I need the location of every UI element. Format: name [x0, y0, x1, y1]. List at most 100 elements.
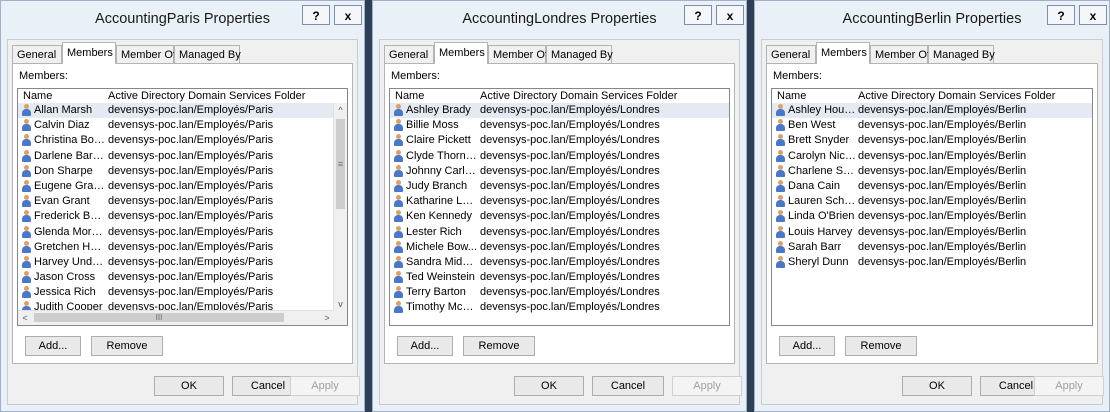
table-row[interactable]: Eugene Grah... devensys-poc.lan/Employés/… [18, 179, 347, 194]
member-folder: devensys-poc.lan/Employés/Londres [480, 149, 660, 162]
table-row[interactable]: Ken Kennedy devensys-poc.lan/Employés/Lon… [390, 209, 729, 224]
members-list[interactable]: Name Active Directory Domain Services Fo… [771, 88, 1093, 326]
scroll-down-arrow[interactable]: v [334, 297, 347, 311]
title-bar[interactable]: AccountingBerlin Properties ? x [755, 1, 1109, 39]
table-row[interactable]: Johnny Carlton devensys-poc.lan/Employés/… [390, 164, 729, 179]
vertical-scrollbar[interactable]: ^ ≡ v [333, 103, 347, 311]
close-button[interactable]: x [1079, 5, 1107, 25]
member-name: Sarah Barr [788, 240, 842, 253]
help-button[interactable]: ? [684, 5, 712, 25]
close-button[interactable]: x [716, 5, 744, 25]
tab-general[interactable]: General [384, 45, 434, 63]
scroll-thumb-vertical[interactable]: ≡ [336, 119, 345, 209]
table-row[interactable]: Michele Bow... devensys-poc.lan/Employés/… [390, 240, 729, 255]
tab-managed-by[interactable]: Managed By [928, 45, 995, 63]
table-row[interactable]: Don Sharpe devensys-poc.lan/Employés/Pari… [18, 164, 347, 179]
table-row[interactable]: Claire Pickett devensys-poc.lan/Employés/… [390, 133, 729, 148]
table-row[interactable]: Louis Harvey devensys-poc.lan/Employés/Be… [772, 225, 1092, 240]
add-button[interactable]: Add... [779, 336, 835, 356]
column-header-name[interactable]: Name [777, 90, 806, 102]
remove-button[interactable]: Remove [463, 336, 535, 356]
table-row[interactable]: Brett Snyder devensys-poc.lan/Employés/Be… [772, 133, 1092, 148]
member-name: Charlene Stev... [788, 164, 856, 177]
tab-general[interactable]: General [12, 45, 62, 63]
table-row[interactable]: Sandra Middl... devensys-poc.lan/Employés… [390, 255, 729, 270]
table-row[interactable]: Ted Weinstein devensys-poc.lan/Employés/L… [390, 270, 729, 285]
table-row[interactable]: Evan Grant devensys-poc.lan/Employés/Pari… [18, 194, 347, 209]
table-row[interactable]: Dana Cain devensys-poc.lan/Employés/Berli… [772, 179, 1092, 194]
title-bar[interactable]: AccountingLondres Properties ? x [373, 1, 746, 39]
add-button[interactable]: Add... [25, 336, 81, 356]
table-row[interactable]: Clyde Thornton devensys-poc.lan/Employés/… [390, 149, 729, 164]
column-header-folder[interactable]: Active Directory Domain Services Folder [858, 90, 1055, 102]
title-bar[interactable]: AccountingParis Properties ? x [1, 1, 364, 39]
member-folder: devensys-poc.lan/Employés/Paris [108, 286, 274, 299]
tab-managed-by[interactable]: Managed By [546, 45, 613, 63]
tab-members[interactable]: Members [62, 42, 116, 64]
table-row[interactable]: Sarah Barr devensys-poc.lan/Employés/Berl… [772, 240, 1092, 255]
table-row[interactable]: Harvey Under... devensys-poc.lan/Employés… [18, 255, 347, 270]
scroll-up-arrow[interactable]: ^ [334, 103, 347, 117]
remove-button[interactable]: Remove [845, 336, 917, 356]
help-button[interactable]: ? [302, 5, 330, 25]
table-row[interactable]: Ashley Brady devensys-poc.lan/Employés/Lo… [390, 103, 729, 119]
table-row[interactable]: Ben West devensys-poc.lan/Employés/Berlin [772, 118, 1092, 133]
help-button[interactable]: ? [1047, 5, 1075, 25]
table-row[interactable]: Darlene Barton devensys-poc.lan/Employés/… [18, 149, 347, 164]
table-row[interactable]: Sheryl Dunn devensys-poc.lan/Employés/Ber… [772, 255, 1092, 270]
tab-members[interactable]: Members [434, 42, 488, 64]
table-row[interactable]: Jason Cross devensys-poc.lan/Employés/Par… [18, 270, 347, 285]
user-icon [394, 134, 403, 147]
apply-button[interactable]: Apply [290, 376, 360, 396]
table-row[interactable]: Lauren Schultz devensys-poc.lan/Employés/… [772, 194, 1092, 209]
column-header-name[interactable]: Name [395, 90, 424, 102]
table-row[interactable]: Frederick Baker devensys-poc.lan/Employés… [18, 209, 347, 224]
user-icon [22, 149, 31, 162]
tab-members[interactable]: Members [816, 42, 870, 64]
tab-member-of[interactable]: Member Of [870, 45, 930, 63]
table-row[interactable]: Calvin Diaz devensys-poc.lan/Employés/Par… [18, 118, 347, 133]
user-icon [394, 240, 403, 253]
table-row[interactable]: Timothy McNeill devensys-poc.lan/Employés… [390, 300, 729, 315]
ok-button[interactable]: OK [154, 376, 224, 396]
close-button[interactable]: x [334, 5, 362, 25]
column-header-folder[interactable]: Active Directory Domain Services Folder [108, 90, 305, 102]
table-row[interactable]: Katharine Luc... devensys-poc.lan/Employé… [390, 194, 729, 209]
tab-member-of[interactable]: Member Of [116, 45, 176, 63]
members-list[interactable]: Name Active Directory Domain Services Fo… [389, 88, 730, 326]
tab-managed-by[interactable]: Managed By [174, 45, 241, 63]
cancel-button[interactable]: Cancel [592, 376, 664, 396]
table-row[interactable]: Lester Rich devensys-poc.lan/Employés/Lon… [390, 225, 729, 240]
tab-member-of[interactable]: Member Of [488, 45, 548, 63]
scroll-left-arrow[interactable]: < [18, 311, 32, 325]
tab-general[interactable]: General [766, 45, 816, 63]
ok-button[interactable]: OK [514, 376, 584, 396]
member-folder: devensys-poc.lan/Employés/Londres [480, 210, 660, 223]
members-list[interactable]: Name Active Directory Domain Services Fo… [17, 88, 348, 326]
table-row[interactable]: Billie Moss devensys-poc.lan/Employés/Lon… [390, 118, 729, 133]
scroll-right-arrow[interactable]: > [320, 311, 334, 325]
table-row[interactable]: Christina Bow... devensys-poc.lan/Employé… [18, 133, 347, 148]
horizontal-scrollbar[interactable]: < III > [18, 310, 334, 325]
column-header-name[interactable]: Name [23, 90, 52, 102]
table-row[interactable]: Glenda Morgan devensys-poc.lan/Employés/P… [18, 225, 347, 240]
remove-button[interactable]: Remove [91, 336, 163, 356]
add-button[interactable]: Add... [397, 336, 453, 356]
table-row[interactable]: Linda O'Brien devensys-poc.lan/Employés/B… [772, 209, 1092, 224]
apply-button[interactable]: Apply [672, 376, 742, 396]
table-row[interactable]: Gretchen Hol... devensys-poc.lan/Employés… [18, 240, 347, 255]
apply-button[interactable]: Apply [1034, 376, 1104, 396]
table-row[interactable]: Ashley Houstondevensys-poc.lan/Employés/… [772, 103, 1092, 119]
table-row[interactable]: Judy Branch devensys-poc.lan/Employés/Lon… [390, 179, 729, 194]
column-header-folder[interactable]: Active Directory Domain Services Folder [480, 90, 677, 102]
ok-button[interactable]: OK [902, 376, 972, 396]
table-row[interactable]: Terry Barton devensys-poc.lan/Employés/Lo… [390, 285, 729, 300]
scroll-thumb-horizontal[interactable]: III [34, 313, 284, 322]
user-icon [394, 119, 403, 132]
member-folder: devensys-poc.lan/Employés/Berlin [858, 195, 1027, 208]
table-row[interactable]: Allan Marsh devensys-poc.lan/Employés/Par… [18, 103, 347, 119]
table-row[interactable]: Carolyn Nicholsdevensys-poc.lan/Employés… [772, 149, 1092, 164]
table-row[interactable]: Jessica Rich devensys-poc.lan/Employés/Pa… [18, 285, 347, 300]
member-name: Claire Pickett [406, 134, 471, 147]
table-row[interactable]: Charlene Stev...devensys-poc.lan/Employé… [772, 164, 1092, 179]
